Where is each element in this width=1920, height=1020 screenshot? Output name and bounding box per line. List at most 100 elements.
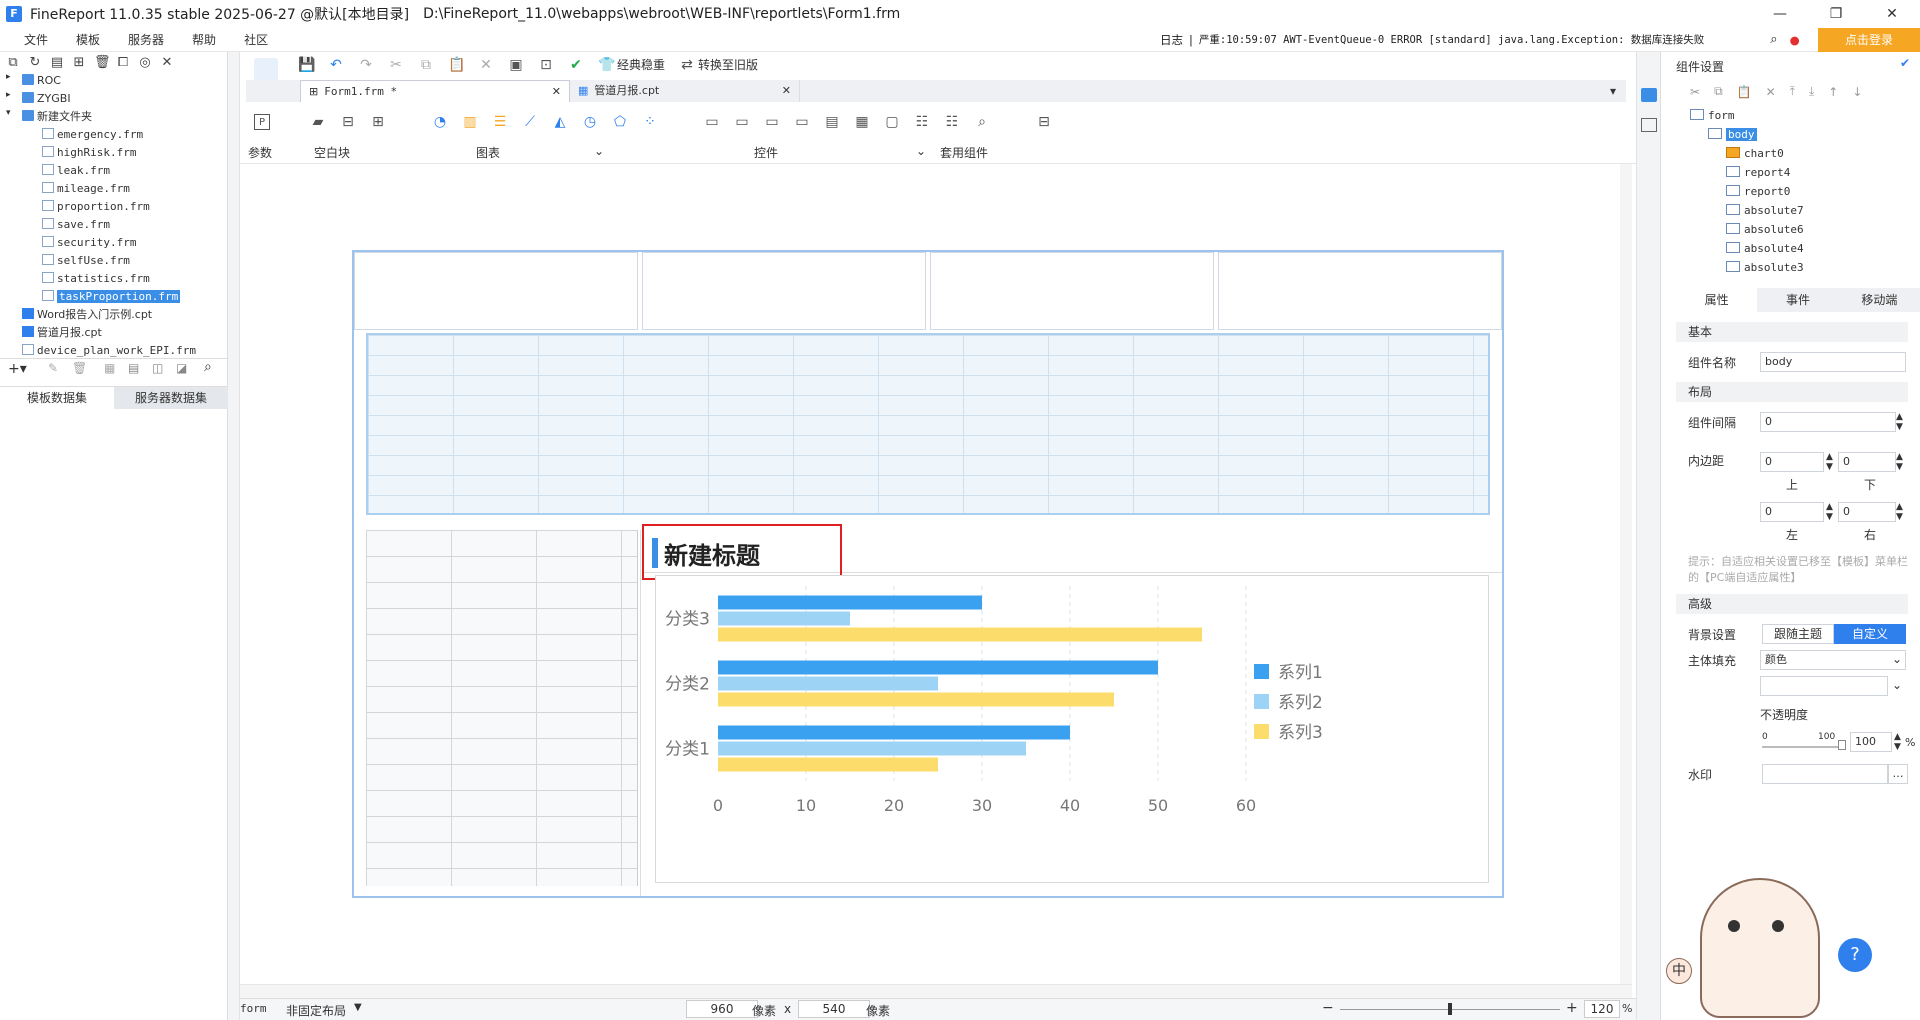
expand-arrow-icon[interactable]: ▸ [6,90,11,100]
component-tree-item[interactable]: report0 [1726,184,1790,200]
zoom-out-button[interactable]: − [1322,1000,1334,1016]
minimize-button[interactable]: — [1752,0,1808,28]
width-input[interactable]: 960 [686,1000,758,1018]
absolute-block-3[interactable] [930,252,1214,330]
help-button[interactable]: ? [1838,938,1872,972]
absolute-block-4[interactable] [1218,252,1502,330]
component-settings-icon[interactable] [1641,88,1657,102]
component-tree-item[interactable]: absolute7 [1726,203,1804,219]
pad-right-stepper[interactable]: ▲ ▼ [1896,502,1903,522]
expand-arrow-icon[interactable]: ▸ [6,72,11,82]
menu-community[interactable]: 社区 [230,28,282,52]
radar-icon[interactable]: ⬠ [612,114,628,130]
widget-dropdown-icon[interactable]: ⌄ [916,144,926,158]
copy-icon[interactable]: ⧉ [418,57,434,73]
tab-monthly-report[interactable]: ▦ 管道月报.cpt ✕ [570,80,800,102]
tab-menu-icon[interactable]: ▾ [1610,84,1616,98]
pie-chart-icon[interactable]: ◔ [432,114,448,130]
gap-input[interactable]: 0 [1760,412,1896,432]
date-icon[interactable]: ▤ [824,114,840,130]
report-block-icon[interactable]: ⊞ [370,114,386,130]
move-top-icon[interactable]: ⤒ [1790,84,1795,99]
close-button[interactable]: ✕ [1864,0,1920,28]
tree-item[interactable]: device_plan_work_EPI.frm [22,342,196,359]
tree-item[interactable]: security.frm [42,234,136,251]
copy-icon[interactable]: ⧉ [1714,84,1723,99]
tree-item[interactable]: Word报告入门示例.cpt [22,306,152,323]
tab-events[interactable]: 事件 [1757,288,1838,312]
dataset-list-icon[interactable]: ▤ [128,361,139,375]
watermark-more-button[interactable]: … [1888,764,1908,784]
component-tree-item[interactable]: absolute6 [1726,222,1804,238]
tree-item[interactable]: ROC [22,72,61,89]
section-basic[interactable]: 基本 [1676,322,1908,342]
fill-type-select[interactable]: 颜色 [1760,650,1906,670]
check-icon[interactable]: ✔ [568,57,584,73]
tree-item[interactable]: 新建文件夹 [22,108,92,125]
pad-top-stepper[interactable]: ▲ ▼ [1826,452,1833,472]
convert-old-button[interactable]: ⇄ 转换至旧版 [679,56,758,73]
opacity-slider-thumb[interactable] [1838,740,1846,750]
redo-icon[interactable]: ↷ [358,57,374,73]
component-name-input[interactable]: body [1760,352,1906,372]
shared-component-icon[interactable]: ⊟ [1036,114,1052,130]
scatter-icon[interactable]: ⁘ [642,114,658,130]
paste-icon[interactable]: 📋 [448,57,465,73]
chart-title[interactable]: 新建标题 [664,536,760,571]
opacity-stepper[interactable]: ▲ ▼ [1894,732,1901,752]
tree-item[interactable]: highRisk.frm [42,144,136,161]
opacity-input[interactable]: 100 [1850,732,1892,752]
pad-top-input[interactable]: 0 [1760,452,1824,472]
section-advanced[interactable]: 高级 [1676,594,1908,614]
login-button[interactable]: 点击登录 [1818,28,1920,52]
form-settings-icon[interactable]: ▣ [508,57,524,73]
combobox-icon[interactable]: ▭ [794,114,810,130]
pad-left-input[interactable]: 0 [1760,502,1824,522]
tree-item[interactable]: selfUse.frm [42,252,130,269]
delete-icon[interactable]: ✕ [478,57,494,73]
tab-properties[interactable]: 属性 [1676,288,1758,312]
button-widget-icon[interactable]: ▭ [764,114,780,130]
move-down-icon[interactable]: ↓ [1852,85,1862,99]
move-up-icon[interactable]: ↑ [1828,85,1838,99]
tab-server-dataset[interactable]: 服务器数据集 [114,386,228,409]
layout-dropdown-icon[interactable]: ▼ [354,1002,362,1013]
save-icon[interactable]: 💾 [298,57,315,73]
line-chart-icon[interactable]: ⟋ [522,114,538,130]
menu-help[interactable]: 帮助 [178,28,230,52]
copy-icon[interactable]: ⧠ [116,56,130,70]
db-icon[interactable]: ◫ [152,361,163,375]
add-dataset-icon[interactable]: +▾ [8,361,27,377]
param-icon[interactable]: P [254,114,270,130]
tree-item[interactable]: statistics.frm [42,270,150,287]
error-message[interactable]: 严重:10:59:07 AWT-EventQueue-0 ERROR [stan… [1199,28,1704,52]
delete-icon[interactable]: 🗑 [94,56,111,70]
horizontal-bar-icon[interactable]: ☰ [492,114,508,130]
pin-icon[interactable]: ✔ [1900,56,1910,70]
list-icon[interactable]: ☷ [914,114,930,130]
textbox-icon[interactable]: ▭ [704,114,720,130]
tab-close-icon[interactable]: ✕ [552,81,561,103]
layout-mode-select[interactable]: 非固定布局 [286,1002,346,1019]
tab-form1[interactable]: ⊞ Form1.frm * ✕ [300,80,570,102]
pad-right-input[interactable]: 0 [1838,502,1896,522]
paste-icon[interactable]: 📋 [1737,85,1752,99]
menu-file[interactable]: 文件 [0,28,62,52]
tree-item[interactable]: emergency.frm [42,126,143,143]
notification-bell-icon[interactable]: ● [1790,28,1800,52]
absolute-block-1[interactable] [354,252,638,330]
menu-server[interactable]: 服务器 [114,28,178,52]
expand-arrow-icon[interactable]: ▾ [6,108,11,118]
opacity-slider[interactable] [1762,746,1844,748]
new-template-icon[interactable]: ⧉ [6,56,20,70]
number-icon[interactable]: ▢ [884,114,900,130]
component-tree-item[interactable]: absolute4 [1726,241,1804,257]
area-chart-icon[interactable]: ◭ [552,114,568,130]
tree-item[interactable]: leak.frm [42,162,110,179]
language-badge[interactable]: 中 [1666,958,1692,984]
report-block-report4[interactable] [366,333,1490,515]
bar-chart-icon[interactable]: ▥ [462,114,478,130]
maximize-button[interactable]: ❐ [1808,0,1864,28]
undo-icon[interactable]: ↶ [328,57,344,73]
vertical-scrollbar[interactable] [1620,164,1632,984]
